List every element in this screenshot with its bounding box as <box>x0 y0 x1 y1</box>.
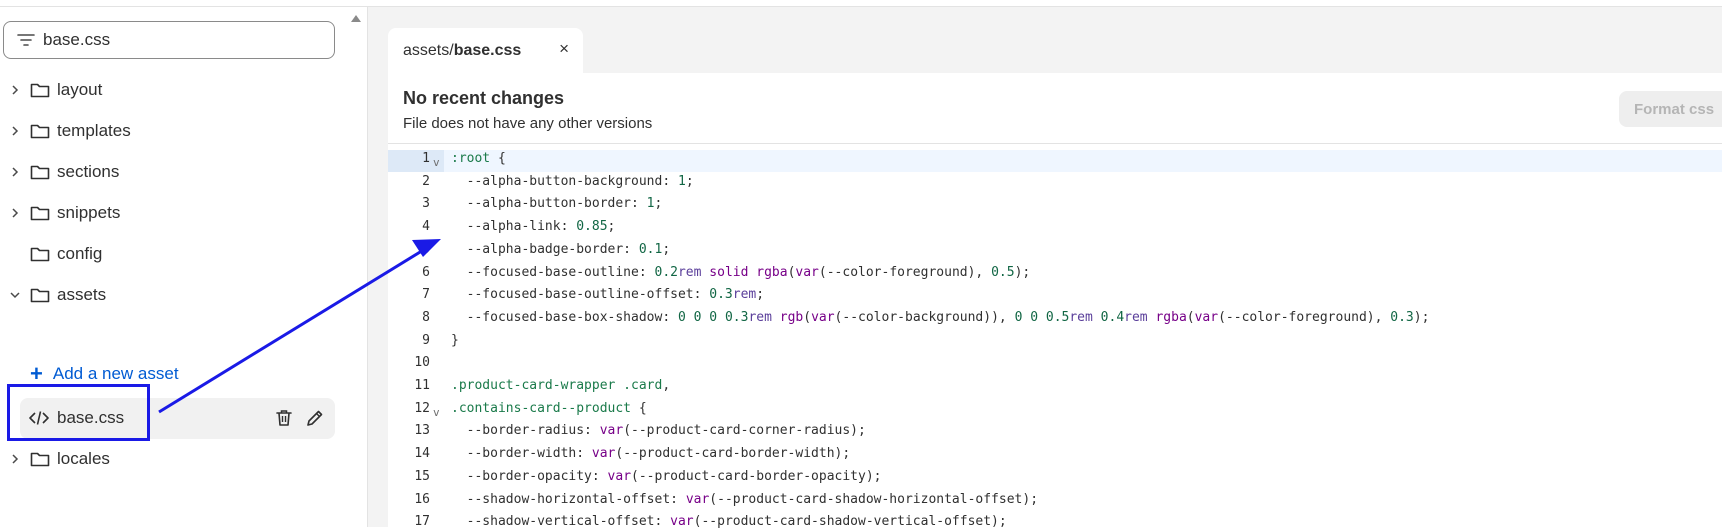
file-search[interactable] <box>3 21 335 59</box>
chevron-right-icon[interactable] <box>10 208 20 218</box>
folder-icon <box>30 288 50 303</box>
line-number: 14 <box>414 446 430 462</box>
code-line[interactable]: --border-opacity: var(--product-card-bor… <box>451 469 882 484</box>
line-number: 11 <box>414 378 430 393</box>
folder-icon <box>30 452 50 467</box>
code-line[interactable]: :root { <box>451 151 506 166</box>
code-line[interactable]: --shadow-vertical-offset: var(--product-… <box>451 514 1007 528</box>
tab-path: assets/ <box>403 41 454 59</box>
code-line[interactable]: --focused-base-outline-offset: 0.3rem; <box>451 287 764 302</box>
line-number: 4 <box>422 219 430 235</box>
folder-label: assets <box>57 285 107 304</box>
code-editor: No recent changes File does not have any… <box>388 73 1722 528</box>
line-number: 15 <box>414 468 430 484</box>
tab-filename: base.css <box>453 41 522 59</box>
code-line[interactable]: --alpha-link: 0.85; <box>451 219 616 234</box>
line-number: 17 <box>414 514 430 528</box>
line-number: 3 <box>422 196 430 212</box>
line-number: 13 <box>414 423 430 439</box>
line-number: 16 <box>414 491 430 507</box>
filter-icon <box>17 34 35 46</box>
code-line[interactable]: --border-width: var(--product-card-borde… <box>451 446 851 461</box>
folder-sections[interactable]: sections <box>0 154 340 190</box>
folder-icon <box>30 83 50 98</box>
folder-label: snippets <box>57 203 121 222</box>
plus-icon: + <box>30 361 43 386</box>
search-input[interactable] <box>43 30 323 50</box>
folder-layout[interactable]: layout <box>0 72 340 108</box>
line-number: 8 <box>422 309 430 325</box>
code-line[interactable]: --focused-base-box-shadow: 0 0 0 0.3rem … <box>451 310 1430 325</box>
chevron-right-icon[interactable] <box>10 85 20 95</box>
folder-label: config <box>57 244 103 263</box>
line-number: 1 <box>422 151 430 166</box>
scroll-up-arrow[interactable] <box>351 15 361 22</box>
code-line[interactable]: } <box>451 333 459 348</box>
folder-label: templates <box>57 121 131 140</box>
add-asset-label: Add a new asset <box>52 364 179 383</box>
folder-icon <box>30 165 50 180</box>
active-line-highlight <box>388 150 1722 172</box>
folder-label: sections <box>57 162 120 181</box>
file-tab[interactable]: assets/base.css × <box>388 28 583 73</box>
line-number: 9 <box>422 332 430 348</box>
code-line[interactable]: --alpha-button-border: 1; <box>451 196 663 211</box>
folder-icon <box>30 206 50 221</box>
version-status-title: No recent changes <box>403 88 565 108</box>
folder-label: locales <box>57 449 110 468</box>
folder-snippets[interactable]: snippets <box>0 195 340 231</box>
folder-locales[interactable]: locales <box>0 441 340 477</box>
format-css-button[interactable]: Format css <box>1619 91 1722 127</box>
line-number: 2 <box>422 173 430 189</box>
trash-icon[interactable] <box>275 409 293 427</box>
file-sidebar: layout templates sections snippets confi… <box>0 7 368 527</box>
line-number: 10 <box>414 355 430 371</box>
code-line[interactable]: --shadow-horizontal-offset: var(--produc… <box>451 492 1038 507</box>
code-area[interactable]: 1 2 3 4 5 6 7 8 9 10 11 12 13 14 15 16 17 v v :root { --al… <box>388 143 1722 528</box>
line-number: 5 <box>422 241 430 257</box>
pencil-icon[interactable] <box>306 409 324 427</box>
folder-assets[interactable]: assets <box>0 277 340 313</box>
chevron-right-icon[interactable] <box>10 454 20 464</box>
folder-templates[interactable]: templates <box>0 113 340 149</box>
code-line[interactable]: --focused-base-outline: 0.2rem solid rgb… <box>451 265 1031 280</box>
code-line[interactable]: .contains-card--product { <box>451 401 647 416</box>
code-line[interactable]: .product-card-wrapper .card, <box>451 378 670 393</box>
folder-icon <box>30 247 50 262</box>
top-bar <box>0 0 1722 7</box>
line-number: 7 <box>422 287 430 303</box>
folder-icon <box>30 124 50 139</box>
code-line[interactable]: --alpha-button-background: 1; <box>451 174 694 189</box>
folder-label: layout <box>57 80 103 99</box>
chevron-right-icon[interactable] <box>10 126 20 136</box>
folder-config[interactable]: config <box>0 236 340 272</box>
code-line[interactable]: --alpha-badge-border: 0.1; <box>451 242 671 257</box>
fold-toggle-icon[interactable]: v <box>433 156 440 169</box>
chevron-right-icon[interactable] <box>10 167 20 177</box>
editor-panel: assets/base.css × No recent changes File… <box>368 7 1722 528</box>
close-icon[interactable]: × <box>559 39 569 59</box>
code-line[interactable]: --border-radius: var(--product-card-corn… <box>451 423 866 438</box>
annotation-highlight-box <box>7 384 150 441</box>
line-number: 12 <box>414 400 430 416</box>
fold-toggle-icon[interactable]: v <box>433 406 440 419</box>
line-number: 6 <box>422 264 430 280</box>
chevron-down-icon[interactable] <box>10 290 20 300</box>
version-status-subtitle: File does not have any other versions <box>403 115 653 132</box>
